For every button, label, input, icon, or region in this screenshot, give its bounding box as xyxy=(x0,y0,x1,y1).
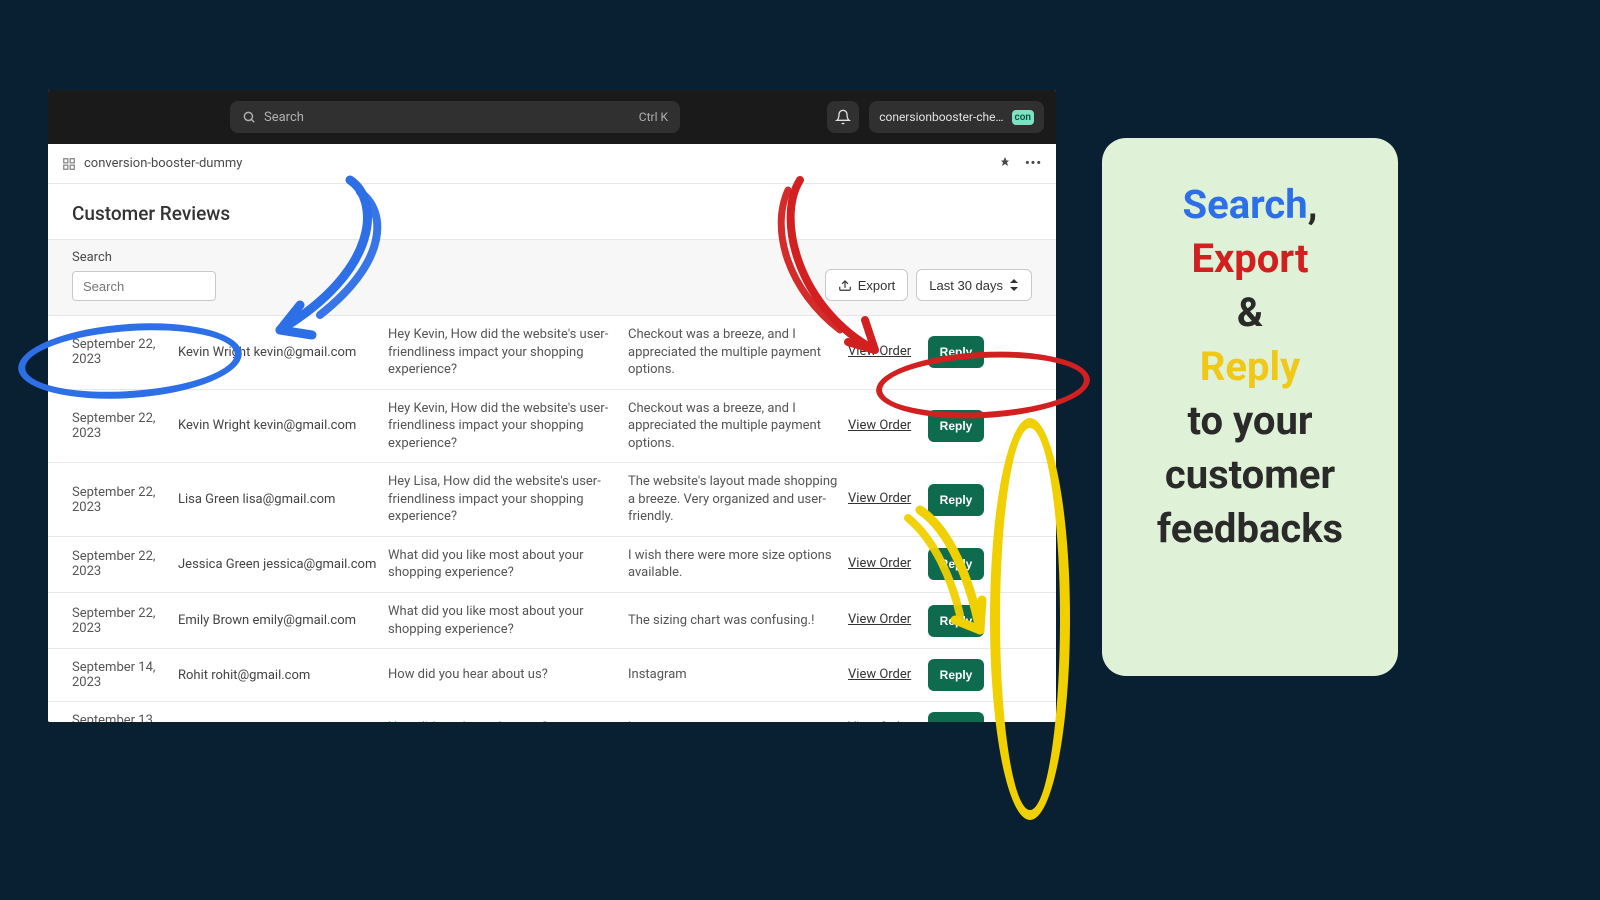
sort-icon xyxy=(1009,279,1019,291)
legend-search: Search xyxy=(1183,181,1308,228)
table-row: September 13, 2023 Biplav biplav@gmail.co… xyxy=(48,702,1056,722)
review-answer: The sizing chart was confusing.! xyxy=(628,612,838,630)
pin-icon[interactable] xyxy=(999,156,1011,168)
review-question: Hey Lisa, How did the website's user-fri… xyxy=(388,473,618,526)
review-customer: Emily Brown emily@gmail.com xyxy=(178,613,378,628)
legend-card: Search, Export & Reply to your customer … xyxy=(1102,138,1398,676)
search-label: Search xyxy=(72,250,216,265)
legend-comma: , xyxy=(1308,181,1318,228)
view-order-link[interactable]: View Order xyxy=(848,667,918,684)
review-customer: Rohit rohit@gmail.com xyxy=(178,668,378,683)
review-date: September 22, 2023 xyxy=(72,411,168,441)
annotation-arrow-yellow xyxy=(880,500,1020,660)
view-order-link[interactable]: View Order xyxy=(848,418,918,435)
review-date: September 14, 2023 xyxy=(72,660,168,690)
review-answer: Instagram xyxy=(628,666,838,684)
legend-export: Export xyxy=(1191,235,1308,282)
review-customer: Jessica Green jessica@gmail.com xyxy=(178,557,378,572)
review-question: What did you like most about your shoppi… xyxy=(388,547,618,582)
legend-amp: & xyxy=(1237,289,1263,336)
more-icon[interactable]: ••• xyxy=(1025,156,1042,171)
annotation-arrow-blue xyxy=(240,170,400,370)
store-switcher[interactable]: conersionbooster-che… con xyxy=(869,101,1044,133)
table-row: September 22, 2023 Kevin Wright kevin@gma… xyxy=(48,390,1056,464)
breadcrumb-actions: ••• xyxy=(999,156,1042,171)
review-date: September 13, 2023 xyxy=(72,713,168,722)
global-search[interactable]: Search Ctrl K xyxy=(230,101,680,133)
review-answer: Checkout was a breeze, and I appreciated… xyxy=(628,400,838,453)
kbd-hint: Ctrl K xyxy=(639,110,668,124)
review-answer: I wish there were more size options avai… xyxy=(628,547,838,582)
app-icon xyxy=(62,157,76,171)
view-order-link[interactable]: View Order xyxy=(848,720,918,722)
bell-icon xyxy=(835,109,851,125)
review-date: September 22, 2023 xyxy=(72,606,168,636)
topbar-right: conersionbooster-che… con xyxy=(827,101,1044,133)
reply-button[interactable]: Reply xyxy=(928,659,984,691)
store-name: conersionbooster-che… xyxy=(879,110,1003,124)
review-answer: The website's layout made shopping a bre… xyxy=(628,473,838,526)
breadcrumb-label: conversion-booster-dummy xyxy=(84,156,242,171)
review-question: Hey Kevin, How did the website's user-fr… xyxy=(388,400,618,453)
search-input[interactable] xyxy=(72,271,216,301)
notifications-button[interactable] xyxy=(827,101,859,133)
store-badge: con xyxy=(1012,110,1034,125)
topbar: Search Ctrl K conersionbooster-che… con xyxy=(48,90,1056,144)
review-date: September 22, 2023 xyxy=(72,549,168,579)
review-customer: Kevin Wright kevin@gmail.com xyxy=(178,418,378,433)
review-date: September 22, 2023 xyxy=(72,485,168,515)
annotation-arrow-red xyxy=(770,170,950,370)
search-block: Search xyxy=(72,250,216,301)
review-question: How did you hear about us? xyxy=(388,719,618,722)
review-customer: Lisa Green lisa@gmail.com xyxy=(178,492,378,507)
review-question: Hey Kevin, How did the website's user-fr… xyxy=(388,326,618,379)
review-date: September 22, 2023 xyxy=(72,337,168,367)
search-icon xyxy=(242,110,256,124)
review-customer: Biplav biplav@gmail.com xyxy=(178,721,378,722)
reply-button[interactable]: Reply xyxy=(928,712,984,722)
legend-rest: to your customer feedbacks xyxy=(1157,397,1343,552)
reply-button[interactable]: Reply xyxy=(928,410,984,442)
review-answer: Instagram xyxy=(628,719,838,722)
global-search-placeholder: Search xyxy=(264,110,304,125)
review-question: How did you hear about us? xyxy=(388,666,618,684)
review-question: What did you like most about your shoppi… xyxy=(388,603,618,638)
legend-reply: Reply xyxy=(1200,343,1300,390)
